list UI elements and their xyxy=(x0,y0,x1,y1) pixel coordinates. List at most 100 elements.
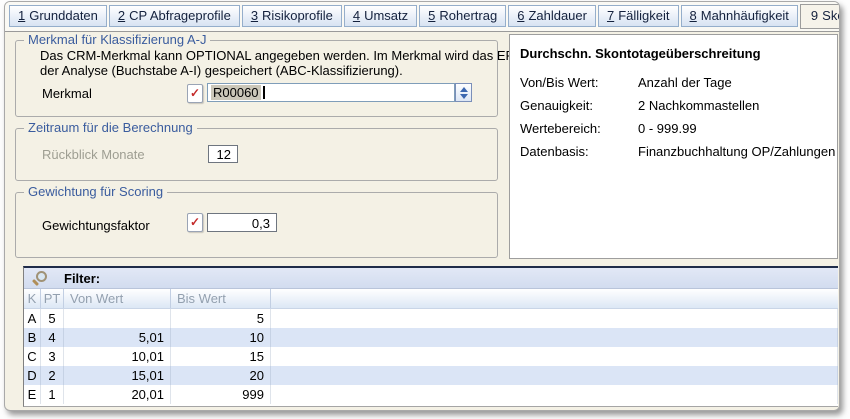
info-row-wertebereich: Wertebereich:0 - 999.99 xyxy=(520,117,829,140)
tab-label: Zahldauer xyxy=(528,8,587,23)
gewichtungsfaktor-input[interactable]: 0,3 xyxy=(207,213,277,232)
required-check-icon[interactable]: ✓ xyxy=(187,213,203,232)
tab-accel: 6 xyxy=(517,8,524,23)
cell-k: D xyxy=(24,366,41,385)
column-header-von-wert[interactable]: Von Wert xyxy=(64,289,171,308)
filter-bar[interactable]: Filter: xyxy=(24,268,838,289)
merkmal-spinner[interactable] xyxy=(455,83,472,102)
tab-faelligkeit[interactable]: 7 Fälligkeit xyxy=(598,5,679,27)
tab-accel: 1 xyxy=(18,8,25,23)
tab-label: Mahnhäufigkeit xyxy=(701,8,789,23)
groupbox-title: Zeitraum für die Berechnung xyxy=(24,120,197,135)
merkmal-input-selected-value: R00060 xyxy=(211,85,261,100)
table-row-a[interactable]: A 5 5 xyxy=(24,309,838,328)
cell-filler xyxy=(271,366,838,385)
cell-filler xyxy=(271,309,838,328)
tab-label: Fälligkeit xyxy=(618,8,669,23)
cell-von-wert: 10,01 xyxy=(64,347,171,366)
info-row-datenbasis: Datenbasis:Finanzbuchhaltung OP/Zahlunge… xyxy=(520,140,829,163)
info-panel-skontotage: Durchschn. Skontotageüberschreitung Von/… xyxy=(509,34,838,259)
tab-label: Rohertrag xyxy=(439,8,497,23)
merkmal-description-line2: der Analyse (Buchstabe A-I) gespeichert … xyxy=(40,63,403,78)
gewichtungsfaktor-label: Gewichtungsfaktor xyxy=(42,218,150,233)
tab-umsatz[interactable]: 4 Umsatz xyxy=(344,5,417,27)
groupbox-title: Gewichtung für Scoring xyxy=(24,184,167,199)
tab-skonto[interactable]: 9 Skonto xyxy=(800,4,840,29)
cell-pt: 4 xyxy=(41,328,64,347)
magnifier-icon[interactable] xyxy=(32,271,46,285)
cell-von-wert: 15,01 xyxy=(64,366,171,385)
tab-accel: 3 xyxy=(251,8,258,23)
info-value: Finanzbuchhaltung OP/Zahlungen xyxy=(638,144,835,159)
info-panel-title: Durchschn. Skontotageüberschreitung xyxy=(520,46,761,61)
info-panel-rows: Von/Bis Wert:Anzahl der Tage Genauigkeit… xyxy=(520,71,829,163)
tab-accel: 8 xyxy=(690,8,697,23)
cell-k: C xyxy=(24,347,41,366)
required-check-icon[interactable]: ✓ xyxy=(187,84,203,103)
groupbox-gewichtung-scoring: Gewichtung für Scoring Gewichtungsfaktor… xyxy=(15,192,498,258)
cell-k: A xyxy=(24,309,41,328)
cell-bis-wert: 999 xyxy=(171,385,271,404)
tab-label: Risikoprofile xyxy=(262,8,333,23)
merkmal-field-label: Merkmal xyxy=(42,86,92,101)
info-value: 2 Nachkommastellen xyxy=(638,98,759,113)
cell-bis-wert: 5 xyxy=(171,309,271,328)
tab-bar: 1 Grunddaten 2CP Abfrageprofile 3 Risikopr… xyxy=(5,2,839,32)
column-header-pt[interactable]: PT xyxy=(41,289,64,308)
rueckblick-monate-input[interactable]: 12 xyxy=(208,145,238,163)
info-row-genauigkeit: Genauigkeit:2 Nachkommastellen xyxy=(520,94,829,117)
table-row-b[interactable]: B 4 5,01 10 xyxy=(24,328,838,347)
cell-von-wert: 20,01 xyxy=(64,385,171,404)
groupbox-title: Merkmal für Klassifizierung A-J xyxy=(24,32,210,47)
column-header-k[interactable]: K xyxy=(24,289,41,308)
merkmal-input[interactable]: R00060 xyxy=(207,83,455,102)
text-cursor xyxy=(263,86,265,99)
tab-mahnhaeufigkeit[interactable]: 8 Mahnhäufigkeit xyxy=(681,5,798,27)
tab-risikoprofile[interactable]: 3 Risikoprofile xyxy=(242,5,342,27)
cell-bis-wert: 10 xyxy=(171,328,271,347)
column-header-bis-wert[interactable]: Bis Wert xyxy=(171,289,271,308)
info-label: Datenbasis: xyxy=(520,140,638,163)
info-value: Anzahl der Tage xyxy=(638,75,732,90)
app-window: 1 Grunddaten 2CP Abfrageprofile 3 Risikopr… xyxy=(4,1,840,411)
magnifier-lens xyxy=(36,271,47,282)
classification-table-panel: Filter: K PT Von Wert Bis Wert A 5 5 B 4… xyxy=(23,266,838,407)
table-row-e[interactable]: E 1 20,01 999 xyxy=(24,385,838,404)
cell-pt: 3 xyxy=(41,347,64,366)
tab-accel: 2 xyxy=(118,8,125,23)
tab-label: Skonto xyxy=(822,8,840,23)
tab-accel: 7 xyxy=(607,8,614,23)
info-label: Genauigkeit: xyxy=(520,94,638,117)
merkmal-description-line1: Das CRM-Merkmal kann OPTIONAL angegeben … xyxy=(40,48,564,63)
cell-von-wert: 5,01 xyxy=(64,328,171,347)
tab-accel: 4 xyxy=(353,8,360,23)
tab-rohertrag[interactable]: 5 Rohertrag xyxy=(419,5,506,27)
cell-k: E xyxy=(24,385,41,404)
rueckblick-monate-label: Rückblick Monate xyxy=(42,147,145,162)
tab-grunddaten[interactable]: 1 Grunddaten xyxy=(9,5,107,27)
tab-cp-abfrageprofile[interactable]: 2CP Abfrageprofile xyxy=(109,5,240,27)
tab-label: Grunddaten xyxy=(29,8,98,23)
cell-bis-wert: 15 xyxy=(171,347,271,366)
cell-pt: 2 xyxy=(41,366,64,385)
cell-filler xyxy=(271,347,838,366)
info-label: Wertebereich: xyxy=(520,117,638,140)
spinner-down-icon[interactable] xyxy=(460,94,468,99)
filter-label: Filter: xyxy=(64,271,100,286)
info-row-von-bis-wert: Von/Bis Wert:Anzahl der Tage xyxy=(520,71,829,94)
column-header-filler xyxy=(271,289,838,308)
tab-accel: 9 xyxy=(811,8,818,23)
info-value: 0 - 999.99 xyxy=(638,121,697,136)
table-header-row: K PT Von Wert Bis Wert xyxy=(24,289,838,309)
cell-k: B xyxy=(24,328,41,347)
tab-label: Umsatz xyxy=(364,8,408,23)
tab-zahldauer[interactable]: 6 Zahldauer xyxy=(508,5,596,27)
tab-accel: 5 xyxy=(428,8,435,23)
spinner-up-icon[interactable] xyxy=(460,87,468,92)
table-row-c[interactable]: C 3 10,01 15 xyxy=(24,347,838,366)
groupbox-merkmal-klassifizierung: Merkmal für Klassifizierung A-J Das CRM-… xyxy=(15,40,498,117)
cell-bis-wert: 20 xyxy=(171,366,271,385)
cell-von-wert xyxy=(64,309,171,328)
info-label: Von/Bis Wert: xyxy=(520,71,638,94)
table-row-d[interactable]: D 2 15,01 20 xyxy=(24,366,838,385)
